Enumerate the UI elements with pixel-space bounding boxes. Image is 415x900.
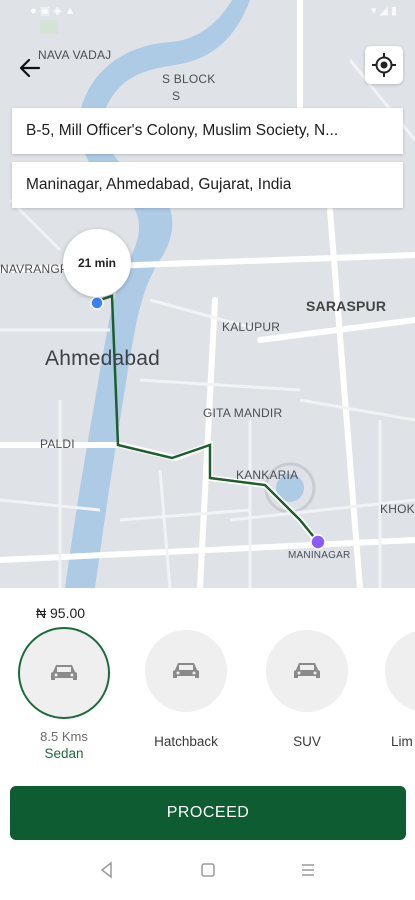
vehicle-name: SUV [293,734,321,749]
map-label-kankaria: KANKARIA [236,468,299,482]
map-canvas [0,0,415,588]
booking-panel: ₦ 95.00 8.5 Kms Sedan Hatchback SUV Lim … [0,588,415,900]
car-icon [51,665,77,680]
map-label-paldi: PALDI [40,437,75,451]
crosshair-icon [372,53,396,77]
back-button[interactable] [14,52,46,84]
fare-price: ₦ 95.00 [36,605,86,621]
map-view[interactable]: NAVA VADAJ S BLOCK S NAVRANGP Ahmedabad … [0,0,415,588]
vehicle-option-limousine[interactable]: Lim [385,630,415,749]
vehicle-circle [385,630,415,712]
vehicle-name: Sedan [44,746,84,761]
car-icon [294,663,320,678]
vehicle-name: Hatchback [154,734,218,749]
map-label-gita-mandir: GITA MANDIR [203,406,283,420]
my-location-button[interactable] [365,46,403,84]
nav-home-icon[interactable] [199,861,217,879]
proceed-button[interactable]: PROCEED [10,786,406,840]
map-label-maninagar: MANINAGAR [288,550,351,561]
vehicle-option-sedan[interactable]: 8.5 Kms Sedan [18,627,110,761]
map-label-khokhra: KHOK [380,502,415,516]
vehicle-option-suv[interactable]: SUV [264,630,350,749]
eta-bubble: 21 min [63,229,131,297]
map-label-kalupur: KALUPUR [222,320,281,334]
nav-menu-icon[interactable] [299,861,317,879]
map-label-s-block: S BLOCK [162,72,216,86]
vehicle-circle [145,630,227,712]
status-icons-left: ● ▣ ◈ ▲ [30,5,76,17]
system-nav-bar [0,853,415,897]
car-icon [173,663,199,678]
map-label-s: S [172,89,181,103]
nav-back-icon[interactable] [98,861,116,879]
vehicle-circle [18,627,110,719]
vehicle-distance: 8.5 Kms [40,729,88,744]
map-label-saraspur: SARASPUR [306,298,387,314]
status-bar: ● ▣ ◈ ▲ ▾ ◢ ▮ [0,0,415,22]
map-label-nava-vadaj: NAVA VADAJ [38,48,112,62]
pickup-address-text: B-5, Mill Officer's Colony, Muslim Socie… [26,122,339,139]
vehicle-name: Lim [391,734,413,749]
vehicle-option-hatchback[interactable]: Hatchback [143,630,229,749]
destination-address-text: Maninagar, Ahmedabad, Gujarat, India [26,176,292,193]
destination-address-field[interactable]: Maninagar, Ahmedabad, Gujarat, India [12,162,403,208]
pickup-address-field[interactable]: B-5, Mill Officer's Colony, Muslim Socie… [12,108,403,154]
arrow-left-icon [19,58,41,78]
map-label-ahmedabad: Ahmedabad [45,347,161,370]
status-icons-right: ▾ ◢ ▮ [370,5,397,17]
map-label-navrangpura: NAVRANGP [0,262,69,276]
vehicle-circle [266,630,348,712]
